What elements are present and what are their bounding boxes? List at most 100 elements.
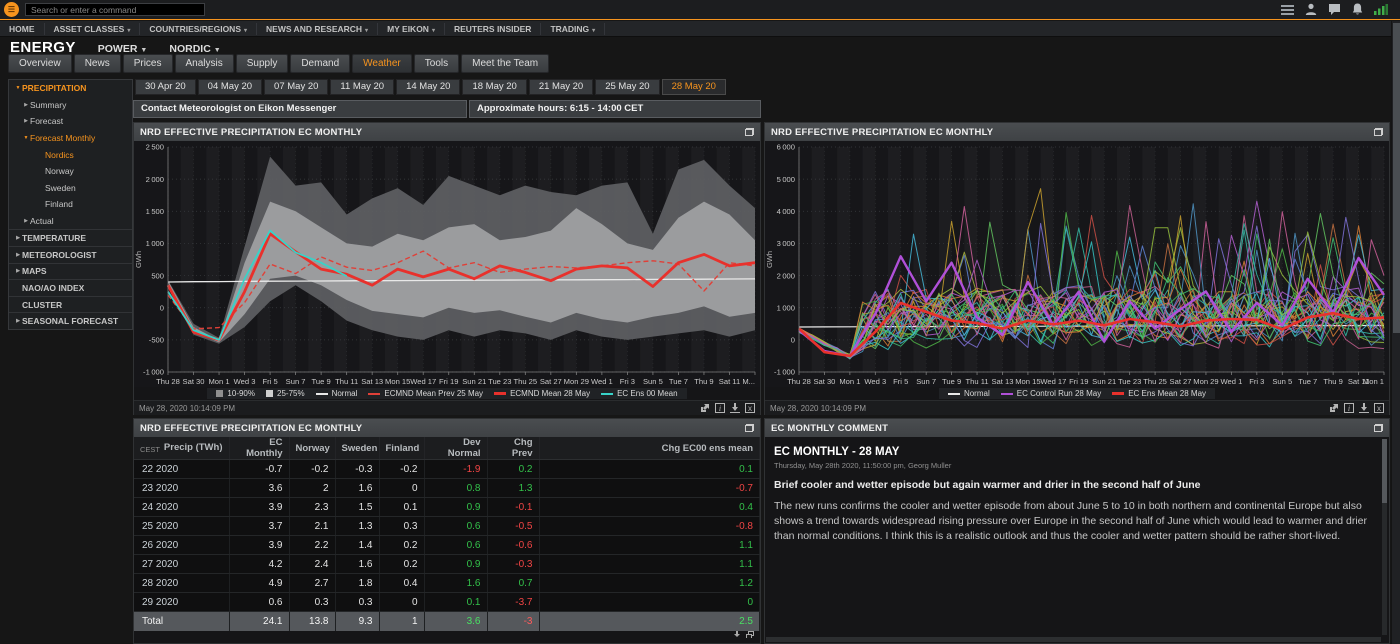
column-header-chg-ec00-ens-mean[interactable]: Chg EC00 ens mean [539, 437, 760, 460]
info-icon[interactable]: i [715, 403, 725, 413]
sidebar-item-sweden[interactable]: Sweden [9, 180, 132, 197]
tab-weather[interactable]: Weather [352, 54, 412, 73]
chevron-right-icon[interactable]: ▶ [14, 268, 22, 274]
info-icon[interactable]: i [1344, 403, 1354, 413]
tab-prices[interactable]: Prices [123, 54, 173, 73]
date-tab-07-may-20[interactable]: 07 May 20 [264, 79, 328, 95]
value-cell: 0.6 [229, 593, 289, 612]
sidebar-item-norway[interactable]: Norway [9, 163, 132, 180]
sidebar-item-forecast-monthly[interactable]: ▼Forecast Monthly [9, 130, 132, 147]
download-icon[interactable] [733, 631, 741, 638]
menu-item-asset-classes[interactable]: ASSET CLASSES▾ [45, 23, 141, 35]
tab-meet-the-team[interactable]: Meet the Team [461, 54, 549, 73]
sidebar-item-cluster[interactable]: CLUSTER [9, 296, 132, 313]
column-header-precip-twh[interactable]: CESTPrecip (TWh) [134, 437, 229, 460]
date-tab-11-may-20[interactable]: 11 May 20 [330, 79, 394, 95]
fan-chart[interactable]: -1 000-50005001 0001 5002 0002 500Thu 28… [134, 141, 760, 387]
comment-scrollbar[interactable] [1382, 439, 1387, 635]
menu-item-home[interactable]: HOME [0, 23, 45, 35]
menu-item-news-and-research[interactable]: NEWS AND RESEARCH▾ [257, 23, 378, 35]
contact-meteorologist-cell[interactable]: Contact Meteorologist on Eikon Messenger [133, 100, 467, 118]
sidebar-item-nordics[interactable]: Nordics [9, 146, 132, 163]
sidebar-item-seasonal-forecast[interactable]: ▶SEASONAL FORECAST [9, 312, 132, 329]
menu-item-trading[interactable]: TRADING▾ [541, 23, 605, 35]
chevron-right-icon[interactable]: ▶ [14, 318, 22, 324]
column-header-ec-monthly[interactable]: EC Monthly [229, 437, 289, 460]
tab-news[interactable]: News [74, 54, 121, 73]
column-header-dev-normal[interactable]: Dev Normal [424, 437, 487, 460]
table-row[interactable]: 29 20200.60.30.300.1-3.70 [134, 593, 760, 612]
open-external-icon[interactable] [1329, 403, 1339, 413]
table-row[interactable]: 25 20203.72.11.30.30.6-0.5-0.8 [134, 517, 760, 536]
chevron-right-icon[interactable]: ▶ [22, 118, 30, 124]
sidebar-item-meteorologist[interactable]: ▶METEOROLOGIST [9, 246, 132, 263]
menu-icon[interactable] [1281, 4, 1294, 15]
chevron-right-icon[interactable]: ▶ [22, 102, 30, 108]
date-tab-14-may-20[interactable]: 14 May 20 [396, 79, 460, 95]
excel-export-icon[interactable]: x [1374, 403, 1384, 413]
search-input[interactable] [25, 3, 205, 16]
chat-icon[interactable] [1328, 3, 1341, 15]
chevron-right-icon[interactable]: ▶ [22, 218, 30, 224]
menu-item-my-eikon[interactable]: MY EIKON▾ [378, 23, 445, 35]
sidebar-item-summary[interactable]: ▶Summary [9, 97, 132, 114]
chevron-right-icon[interactable]: ▶ [14, 252, 22, 258]
sidebar-item-precipitation[interactable]: ▼PRECIPITATION [9, 80, 132, 97]
tab-analysis[interactable]: Analysis [175, 54, 234, 73]
value-cell: 2.4 [289, 555, 335, 574]
open-external-icon[interactable] [700, 403, 710, 413]
popout-icon[interactable] [745, 128, 754, 136]
popout-icon[interactable] [1374, 128, 1383, 136]
download-icon[interactable] [1359, 403, 1369, 413]
window-scrollbar[interactable] [1391, 21, 1400, 644]
date-tab-28-may-20[interactable]: 28 May 20 [662, 79, 726, 95]
sidebar-item-finland[interactable]: Finland [9, 196, 132, 213]
date-tab-25-may-20[interactable]: 25 May 20 [595, 79, 659, 95]
sidebar-item-temperature[interactable]: ▶TEMPERATURE [9, 229, 132, 246]
svg-text:Thu 28: Thu 28 [787, 377, 811, 386]
chevron-right-icon[interactable]: ▶ [14, 235, 22, 241]
table-row[interactable]: 24 20203.92.31.50.10.9-0.10.4 [134, 498, 760, 517]
chevron-down-icon[interactable]: ▼ [22, 135, 30, 141]
table-row[interactable]: 22 2020-0.7-0.2-0.3-0.2-1.90.20.1 [134, 460, 760, 479]
column-header-norway[interactable]: Norway [289, 437, 335, 460]
tab-tools[interactable]: Tools [414, 54, 459, 73]
column-header-chg-prev[interactable]: Chg Prev [487, 437, 539, 460]
date-tab-30-apr-20[interactable]: 30 Apr 20 [135, 79, 196, 95]
sidebar-item-actual[interactable]: ▶Actual [9, 213, 132, 230]
tab-demand[interactable]: Demand [290, 54, 350, 73]
date-tab-21-may-20[interactable]: 21 May 20 [529, 79, 593, 95]
menu-item-countries-regions[interactable]: COUNTRIES/REGIONS▾ [140, 23, 257, 35]
table-row[interactable]: 28 20204.92.71.80.41.60.71.2 [134, 574, 760, 593]
date-tab-18-may-20[interactable]: 18 May 20 [462, 79, 526, 95]
legend-swatch [266, 390, 273, 397]
popout-icon[interactable] [746, 631, 754, 638]
eikon-logo-icon[interactable]: ☰ [4, 2, 19, 17]
tab-supply[interactable]: Supply [236, 54, 289, 73]
value-cell: 1.1 [539, 536, 760, 555]
ensemble-chart[interactable]: -1 00001 0002 0003 0004 0005 0006 000Thu… [765, 141, 1389, 387]
table-row[interactable]: 23 20203.621.600.81.3-0.7 [134, 479, 760, 498]
table-row[interactable]: 26 20203.92.21.40.20.6-0.61.1 [134, 536, 760, 555]
panel-title: NRD EFFECTIVE PRECIPITATION EC MONTHLY [140, 423, 745, 434]
excel-export-icon[interactable]: x [745, 403, 755, 413]
value-cell: 3.6 [424, 612, 487, 631]
sidebar-item-forecast[interactable]: ▶Forecast [9, 113, 132, 130]
table-total-row[interactable]: Total24.113.89.313.6-32.5 [134, 612, 760, 631]
sidebar-item-maps[interactable]: ▶MAPS [9, 263, 132, 280]
profile-icon[interactable] [1305, 3, 1317, 15]
popout-icon[interactable] [745, 424, 754, 432]
chevron-down-icon[interactable]: ▼ [14, 85, 22, 91]
download-icon[interactable] [730, 403, 740, 413]
column-header-sweden[interactable]: Sweden [335, 437, 379, 460]
sidebar-item-nao-ao-index[interactable]: NAO/AO INDEX [9, 279, 132, 296]
table-row[interactable]: 27 20204.22.41.60.20.9-0.31.1 [134, 555, 760, 574]
menu-item-reuters-insider[interactable]: REUTERS INSIDER [445, 23, 541, 35]
value-cell: 2.3 [289, 498, 335, 517]
notifications-icon[interactable] [1352, 3, 1363, 15]
popout-icon[interactable] [1374, 424, 1383, 432]
value-cell: 3.9 [229, 498, 289, 517]
tab-overview[interactable]: Overview [8, 54, 72, 73]
date-tab-04-may-20[interactable]: 04 May 20 [198, 79, 262, 95]
column-header-finland[interactable]: Finland [379, 437, 424, 460]
